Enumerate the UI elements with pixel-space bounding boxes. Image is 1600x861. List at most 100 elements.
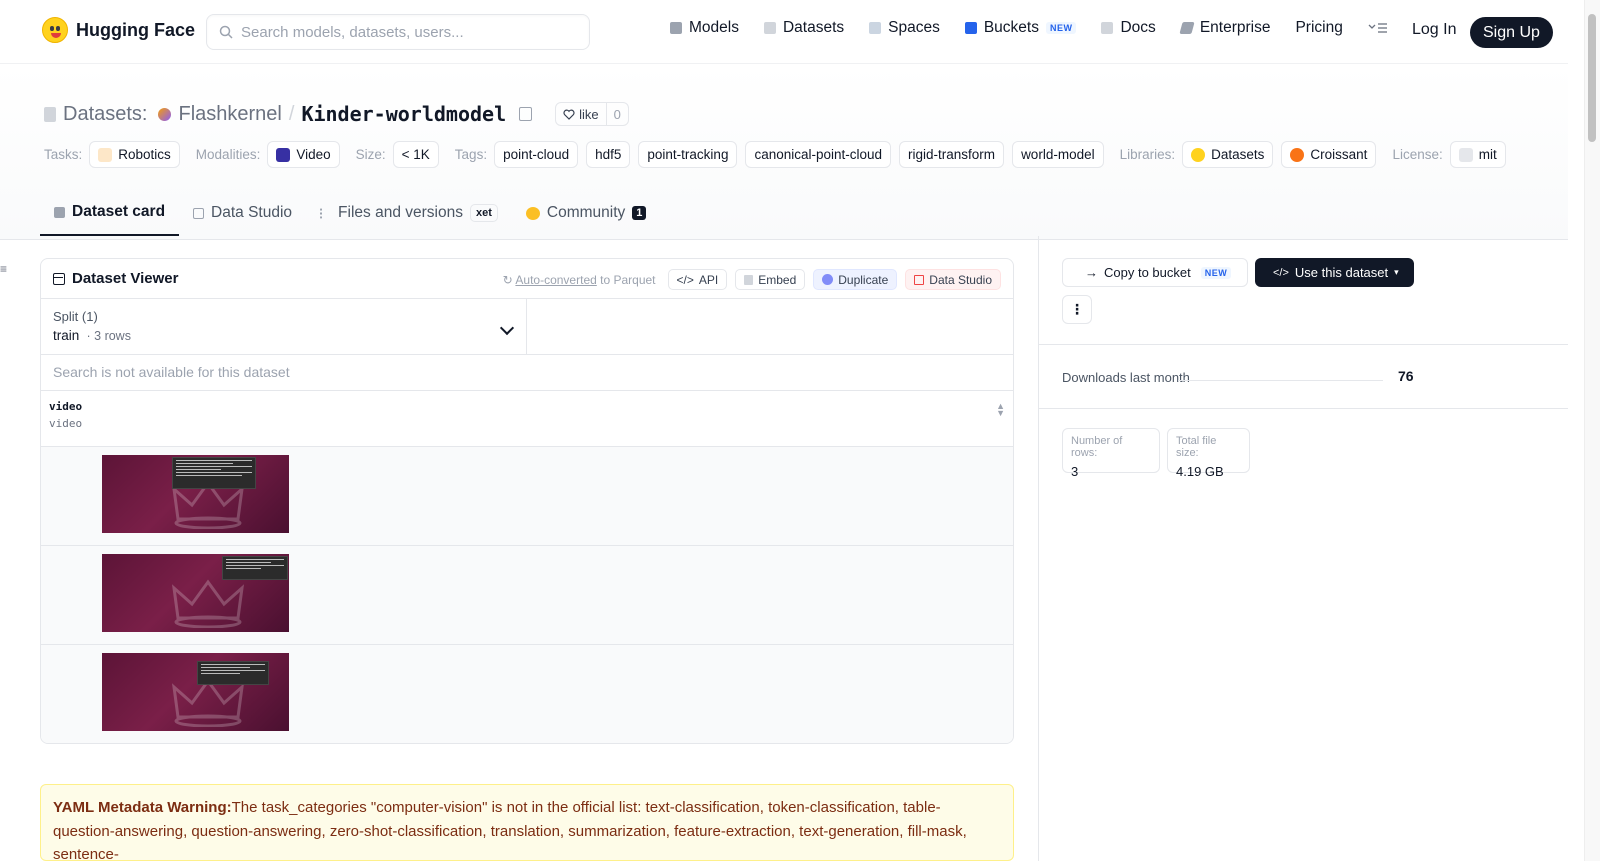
- video-thumbnail[interactable]: [102, 554, 289, 632]
- nav-models-label: Models: [689, 19, 739, 36]
- nav-models[interactable]: Models: [670, 19, 739, 37]
- video-thumbnail[interactable]: [102, 455, 289, 533]
- embed-label: Embed: [758, 272, 797, 287]
- nav-pricing[interactable]: Pricing: [1295, 19, 1342, 37]
- nav-enterprise-label: Enterprise: [1199, 19, 1271, 36]
- data-studio-button[interactable]: Data Studio: [905, 269, 1001, 290]
- split-row: Split (1) train · 3 rows: [41, 299, 1013, 355]
- tag-label: Video: [296, 147, 331, 162]
- auto-converted-link[interactable]: Auto-converted: [515, 273, 596, 287]
- split-selector[interactable]: Split (1) train · 3 rows: [41, 299, 527, 354]
- like-button[interactable]: like 0: [555, 102, 629, 126]
- tag-point-tracking[interactable]: point-tracking: [638, 141, 738, 168]
- repo-owner[interactable]: Flashkernel: [178, 103, 281, 126]
- community-icon: [525, 206, 540, 220]
- page-scrollbar[interactable]: [1584, 0, 1600, 861]
- downloads-value: 76: [1398, 368, 1414, 384]
- use-this-dataset-button[interactable]: </> Use this dataset ▾: [1255, 258, 1414, 287]
- embed-icon: [744, 274, 754, 285]
- arrow-right-icon: →: [1085, 265, 1098, 280]
- duplicate-button[interactable]: Duplicate: [813, 269, 898, 290]
- nav-buckets[interactable]: Buckets NEW: [964, 19, 1077, 37]
- crown-icon: [172, 579, 244, 628]
- hugging-face-icon: [42, 17, 68, 43]
- tag-lib-croissant[interactable]: Croissant: [1281, 141, 1377, 168]
- video-thumbnail[interactable]: [102, 653, 289, 731]
- column-name: video: [49, 400, 83, 413]
- nav-links: Models Datasets Spaces Buckets NEW Docs E…: [670, 19, 1413, 37]
- tab-community[interactable]: Community 1: [512, 190, 661, 236]
- tag-size[interactable]: < 1K: [392, 141, 439, 168]
- nav-datasets[interactable]: Datasets: [763, 19, 844, 37]
- nav-docs[interactable]: Docs: [1101, 19, 1156, 37]
- tag-lib-datasets[interactable]: Datasets: [1182, 141, 1274, 168]
- nav-spaces[interactable]: Spaces: [869, 19, 940, 37]
- tag-license[interactable]: mit: [1449, 141, 1506, 168]
- tag-rigid-transform[interactable]: rigid-transform: [899, 141, 1005, 168]
- login-link[interactable]: Log In: [1412, 21, 1456, 39]
- dataset-viewer: Dataset Viewer ↻ Auto-converted to Parqu…: [40, 258, 1014, 744]
- downloads-label: Downloads last month: [1062, 370, 1190, 385]
- api-button[interactable]: </> API: [667, 269, 728, 290]
- tab-files-versions[interactable]: Files and versions xet: [306, 190, 512, 236]
- table-icon: [53, 272, 65, 285]
- tag-task-robotics[interactable]: Robotics: [89, 141, 180, 168]
- stat-value: 3: [1071, 464, 1079, 479]
- embed-button[interactable]: Embed: [735, 269, 806, 290]
- split-rows: 3 rows: [94, 329, 131, 343]
- more-options-button[interactable]: ⋮: [1062, 295, 1092, 324]
- viewer-header: Dataset Viewer ↻ Auto-converted to Parqu…: [41, 259, 1013, 299]
- column-header-video[interactable]: video video ▲ ▼: [41, 391, 1013, 447]
- code-icon: </>: [1273, 266, 1289, 279]
- nav-buckets-label: Buckets: [983, 19, 1039, 36]
- grid-icon: [869, 22, 882, 34]
- stat-label: Number of rows:: [1071, 435, 1123, 459]
- nav-enterprise[interactable]: Enterprise: [1179, 19, 1271, 37]
- table-row: [41, 546, 1013, 645]
- new-badge: NEW: [1200, 266, 1232, 279]
- tag-canonical-point-cloud[interactable]: canonical-point-cloud: [745, 141, 892, 168]
- database-icon: [763, 22, 776, 34]
- tag-point-cloud[interactable]: point-cloud: [494, 141, 579, 168]
- tag-modality-video[interactable]: Video: [267, 141, 340, 168]
- repo-tabs: Dataset card Data Studio Files and versi…: [40, 190, 660, 236]
- sort-icon[interactable]: ▲ ▼: [996, 402, 1005, 418]
- global-search[interactable]: [206, 14, 590, 50]
- robot-icon: [98, 147, 113, 162]
- repo-name[interactable]: Kinder-worldmodel: [301, 102, 506, 126]
- hf-logo[interactable]: Hugging Face: [42, 17, 195, 43]
- tag-hdf5[interactable]: hdf5: [586, 141, 631, 168]
- signup-button[interactable]: Sign Up: [1470, 17, 1553, 48]
- search-input[interactable]: [241, 23, 561, 41]
- tag-world-model[interactable]: world-model: [1012, 141, 1104, 168]
- book-icon: [1101, 22, 1114, 34]
- community-count: 1: [632, 206, 647, 220]
- repo-tags: Tasks: Robotics Modalities: Video Size: …: [44, 141, 1514, 168]
- sidebar-divider: [1038, 236, 1039, 861]
- section-label[interactable]: Datasets:: [63, 103, 147, 126]
- yaml-metadata-warning: YAML Metadata Warning:The task_categorie…: [40, 784, 1014, 861]
- tasks-label: Tasks:: [44, 147, 83, 162]
- tab-data-studio[interactable]: Data Studio: [179, 190, 306, 236]
- terminal-window: [197, 661, 269, 685]
- copy-to-bucket-label: Copy to bucket: [1104, 265, 1191, 280]
- org-avatar: [158, 107, 172, 121]
- sidebar-separator: [1039, 344, 1568, 345]
- viewer-title: Dataset Viewer: [53, 270, 178, 287]
- use-dataset-label: Use this dataset: [1294, 265, 1389, 280]
- tab-dataset-card[interactable]: Dataset card: [40, 190, 180, 236]
- viewer-actions: ↻ Auto-converted to Parquet </> API Embed…: [503, 269, 1001, 290]
- copy-to-bucket-button[interactable]: → Copy to bucket NEW: [1062, 258, 1248, 287]
- toc-toggle-icon[interactable]: ≡: [0, 262, 9, 276]
- tab-label: Data Studio: [211, 204, 293, 221]
- scrollbar-thumb[interactable]: [1588, 14, 1596, 142]
- bucket-icon: [964, 22, 977, 34]
- new-badge: NEW: [1045, 22, 1077, 34]
- copy-icon[interactable]: [519, 107, 533, 121]
- more-menu-button[interactable]: [1368, 22, 1388, 34]
- table-icon: [193, 207, 205, 219]
- cube-icon: [670, 22, 682, 34]
- like-label: like: [579, 106, 599, 122]
- like-count: 0: [613, 106, 621, 122]
- scale-icon: [1458, 147, 1473, 162]
